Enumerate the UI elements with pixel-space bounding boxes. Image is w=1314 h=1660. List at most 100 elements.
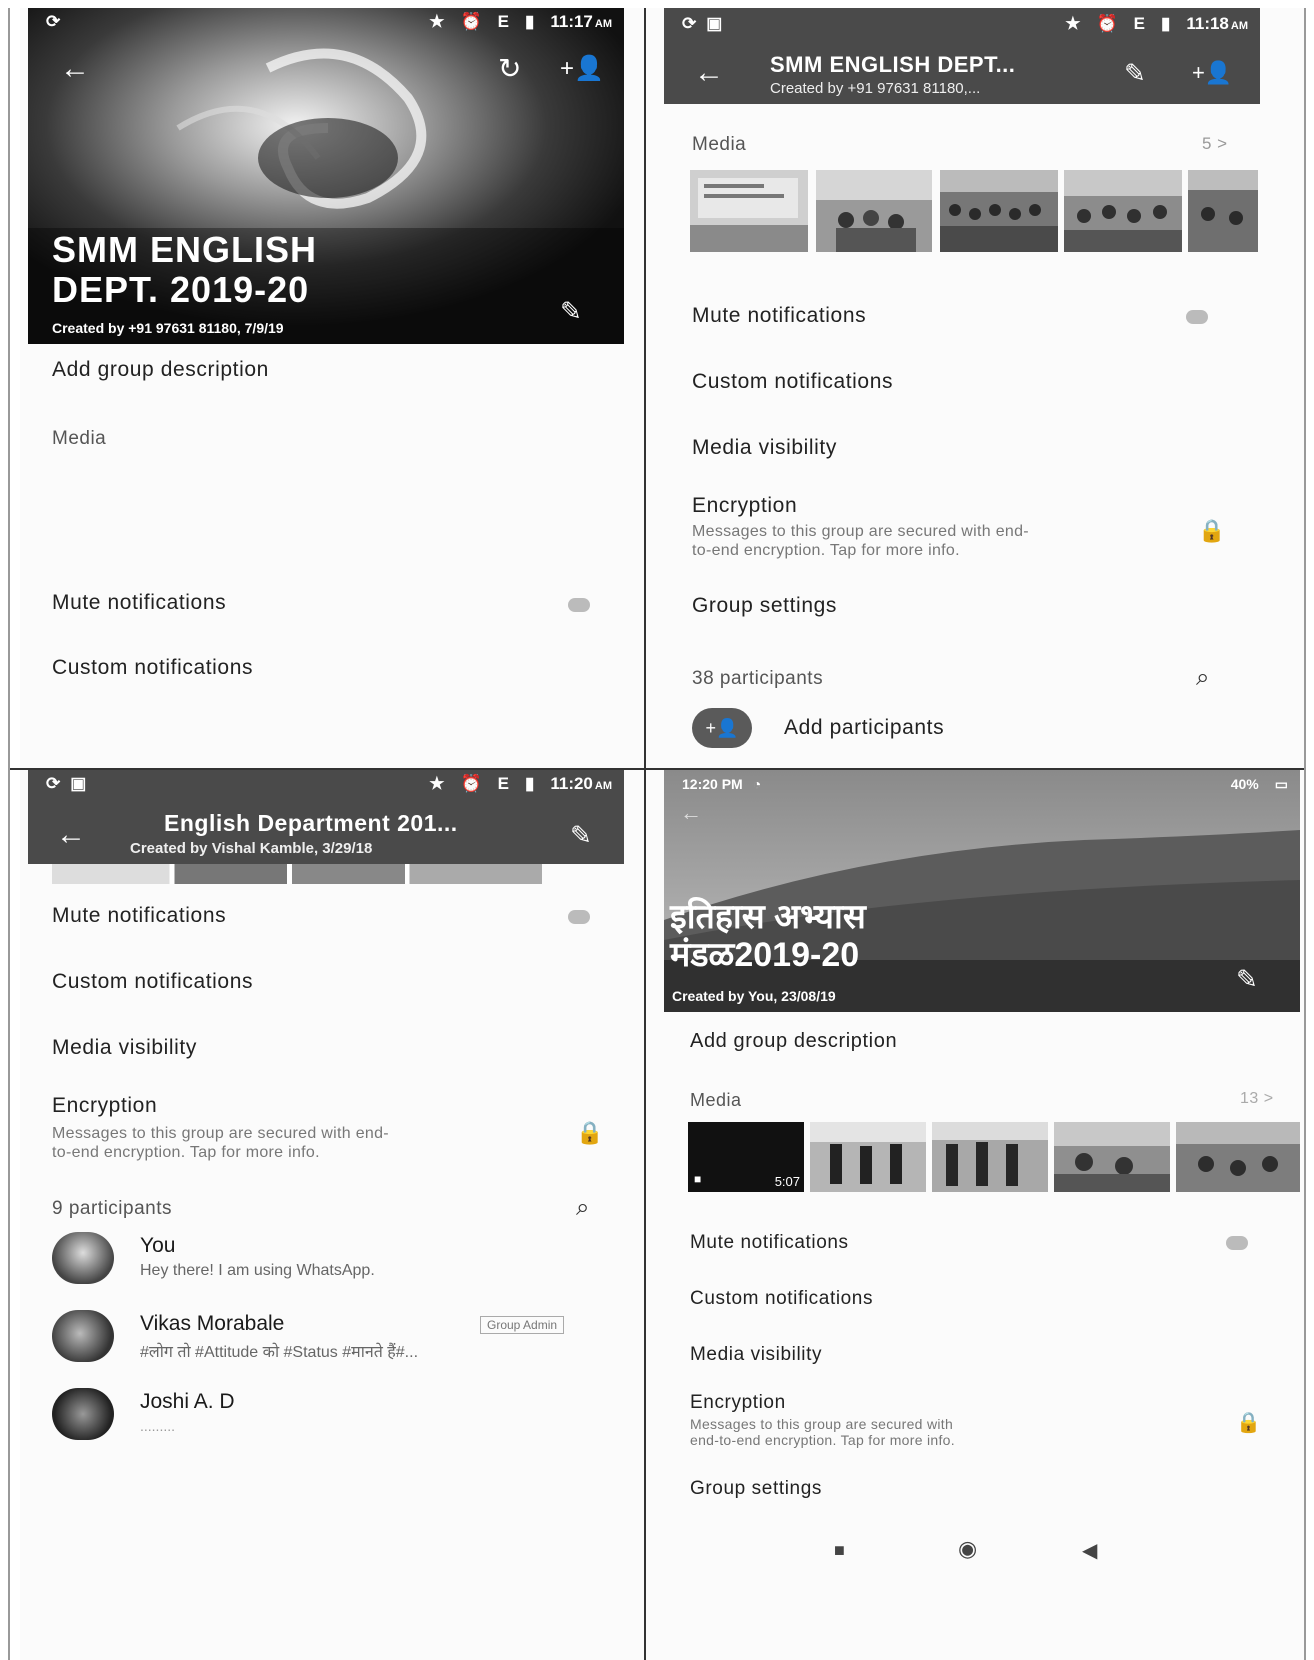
search-icon[interactable]: ⌕ <box>576 1194 589 1222</box>
clock: 11:20 AM <box>550 774 612 793</box>
custom-notifications-row[interactable]: Custom notifications <box>52 970 253 994</box>
image-notification-icon: ▣ <box>706 14 723 33</box>
status-bar: ⟳ ▣ ★ ⏰ E ▮ 11:18 AM <box>664 12 1260 36</box>
participant-status: ......... <box>140 1418 176 1434</box>
group-photo-banner[interactable] <box>664 770 1300 1012</box>
refresh-icon[interactable]: ↻ <box>498 52 521 85</box>
participant-row[interactable]: Vikas Morabale Group Admin #लोग तो #Atti… <box>52 1310 612 1374</box>
notification-icon: ◔ <box>752 776 762 792</box>
participant-name: You <box>140 1234 176 1257</box>
media-thumbnail[interactable] <box>810 1122 926 1192</box>
encryption-title[interactable]: Encryption <box>52 1094 157 1118</box>
screen-group-info-smm-english-header: ⟳ ★ ⏰ E ▮ 11:17 AM ← ↻ +👤 SMM ENGLISH DEP… <box>20 8 644 768</box>
created-by: Created by You, 23/08/19 <box>672 988 836 1004</box>
battery-icon: ▮ <box>524 12 535 31</box>
media-visibility-row[interactable]: Media visibility <box>690 1344 822 1366</box>
group-admin-badge: Group Admin <box>480 1316 565 1334</box>
group-settings-row[interactable]: Group settings <box>692 594 837 618</box>
edit-pencil-icon[interactable]: ✎ <box>560 296 582 327</box>
encryption-description-line-1: Messages to this group are secured with … <box>52 1125 389 1142</box>
custom-notifications-row[interactable]: Custom notifications <box>690 1288 873 1310</box>
back-arrow-icon[interactable]: ← <box>60 52 90 86</box>
group-settings-row[interactable]: Group settings <box>690 1478 822 1500</box>
media-thumbnail[interactable] <box>1176 1122 1300 1192</box>
media-thumbnail[interactable] <box>690 170 808 252</box>
participants-count: 9 participants <box>52 1198 173 1219</box>
encryption-title[interactable]: Encryption <box>690 1392 786 1414</box>
add-group-description[interactable]: Add group description <box>52 358 269 382</box>
media-thumbnail[interactable] <box>932 1122 1048 1192</box>
media-thumbnail[interactable] <box>940 170 1058 252</box>
back-arrow-icon[interactable]: ← <box>56 818 86 852</box>
lock-icon: 🔒 <box>1198 518 1226 543</box>
network-type-label: E <box>1133 14 1145 33</box>
media-count[interactable]: 13 > <box>1240 1090 1274 1108</box>
group-name-line-2: मंडळ2019-20 <box>670 936 860 974</box>
avatar <box>52 1388 114 1440</box>
encryption-title[interactable]: Encryption <box>692 494 797 518</box>
media-visibility-row[interactable]: Media visibility <box>692 436 837 460</box>
screen-group-info-itihas: 12:20 PM ◔ 40% ▭ ← इतिहास अभ्यास मंडळ2019… <box>646 770 1306 1660</box>
mute-toggle[interactable] <box>568 910 590 924</box>
media-thumbnail[interactable] <box>1054 1122 1170 1192</box>
media-section-label: Media <box>692 134 747 155</box>
add-participants-row[interactable]: Add participants <box>784 716 944 740</box>
alarm-icon: ⏰ <box>460 12 482 31</box>
participant-row[interactable]: You Hey there! I am using WhatsApp. <box>52 1232 612 1296</box>
media-thumbnail[interactable] <box>816 170 932 252</box>
avatar <box>52 1310 114 1362</box>
media-strip-partial[interactable] <box>52 864 542 884</box>
encryption-description: Messages to this group are secured with … <box>52 1124 389 1162</box>
battery-icon: ▮ <box>1160 14 1171 33</box>
media-thumbnail[interactable] <box>1188 170 1258 252</box>
add-group-description[interactable]: Add group description <box>690 1030 897 1053</box>
encryption-description: Messages to this group are secured with … <box>690 1416 955 1448</box>
alarm-icon: ⏰ <box>460 774 482 793</box>
media-section-label: Media <box>690 1090 742 1110</box>
avatar <box>52 1232 114 1284</box>
group-name: इतिहास अभ्यास मंडळ2019-20 <box>670 898 866 974</box>
participant-name: Vikas Morabale <box>140 1312 285 1335</box>
clock: 11:17 AM <box>550 12 612 31</box>
edit-pencil-icon[interactable]: ✎ <box>1236 964 1258 995</box>
media-thumbnail[interactable] <box>1064 170 1182 252</box>
custom-notifications-row[interactable]: Custom notifications <box>52 656 253 680</box>
screen-group-info-english-department: ⟳ ▣ ★ ⏰ E ▮ 11:20 AM ← English Department … <box>20 770 644 1660</box>
media-count[interactable]: 5 > <box>1202 134 1228 154</box>
encryption-description-line-1: Messages to this group are secured with <box>690 1416 954 1432</box>
media-visibility-row[interactable]: Media visibility <box>52 1036 197 1060</box>
star-icon: ★ <box>429 12 445 31</box>
home-icon[interactable]: ◉ <box>958 1536 977 1562</box>
add-participant-icon[interactable]: +👤 <box>1192 60 1232 86</box>
recent-apps-icon[interactable]: ■ <box>834 1540 845 1561</box>
clock: 11:18 AM <box>1186 14 1248 33</box>
sync-status-icon: ⟳ <box>682 14 697 33</box>
back-arrow-icon[interactable]: ← <box>694 56 724 90</box>
alarm-icon: ⏰ <box>1096 14 1118 33</box>
add-participant-icon[interactable]: +👤 <box>560 54 604 83</box>
custom-notifications-row[interactable]: Custom notifications <box>692 370 893 394</box>
back-nav-icon[interactable]: ◀ <box>1082 1538 1097 1563</box>
mute-notifications-row[interactable]: Mute notifications <box>692 304 866 328</box>
grid-border-right <box>1304 8 1306 1660</box>
mute-toggle[interactable] <box>1186 310 1208 324</box>
lock-icon: 🔒 <box>576 1120 604 1145</box>
mute-toggle[interactable] <box>1226 1236 1248 1250</box>
participant-row[interactable]: Joshi A. D ......... <box>52 1388 612 1452</box>
video-thumbnail[interactable]: ■ 5:07 <box>688 1122 804 1192</box>
star-icon: ★ <box>1065 14 1081 33</box>
participant-name: Joshi A. D <box>140 1390 235 1413</box>
sync-status-icon: ⟳ <box>46 12 61 31</box>
mute-toggle[interactable] <box>568 598 590 612</box>
add-participants-avatar-icon[interactable]: +👤 <box>692 708 752 748</box>
mute-notifications-row[interactable]: Mute notifications <box>52 904 226 928</box>
back-arrow-icon[interactable]: ← <box>680 800 702 826</box>
search-icon[interactable]: ⌕ <box>1196 664 1209 692</box>
mute-notifications-row[interactable]: Mute notifications <box>690 1232 849 1254</box>
edit-pencil-icon[interactable]: ✎ <box>1124 58 1146 89</box>
status-bar: ⟳ ▣ ★ ⏰ E ▮ 11:20 AM <box>28 772 624 796</box>
network-type-label: E <box>497 12 509 31</box>
battery-icon: ▭ <box>1274 775 1288 792</box>
edit-pencil-icon[interactable]: ✎ <box>570 820 592 851</box>
mute-notifications-row[interactable]: Mute notifications <box>52 591 226 615</box>
